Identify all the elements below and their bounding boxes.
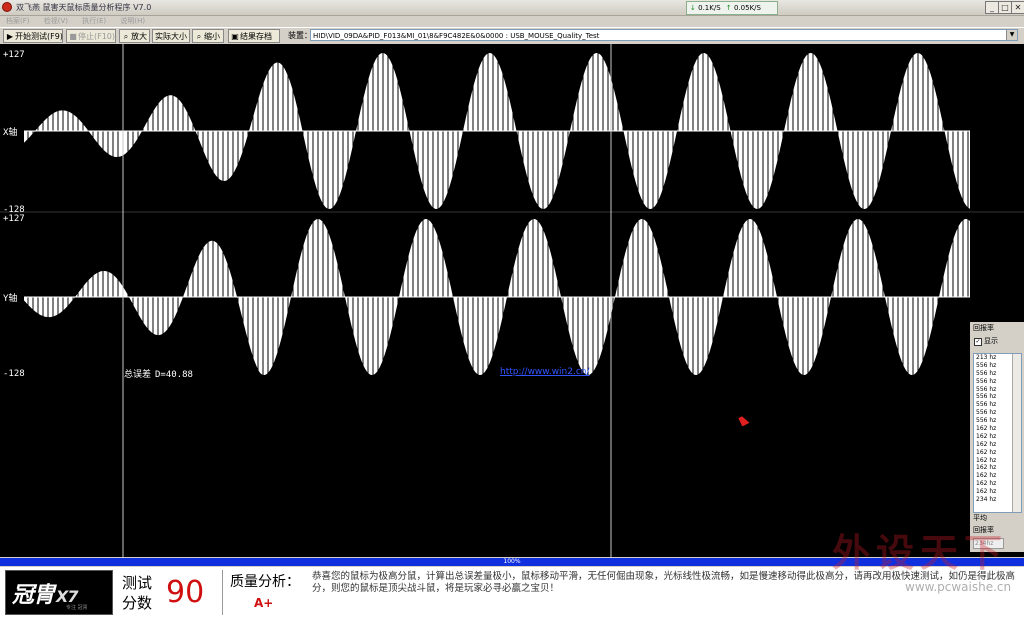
device-value: HID\VID_09DA&PID_F013&MI_01\8&F9C482E&0&…	[313, 32, 600, 40]
play-icon: ▶	[6, 32, 14, 41]
close-button[interactable]: ✕	[1011, 1, 1024, 14]
zoom-out-button[interactable]: ⌕ 缩小	[192, 29, 224, 43]
y-axis-min-label: -128	[3, 369, 25, 379]
total-error-value: D=40.88	[155, 370, 193, 380]
report-rate-panel: 回报率 ✓ 显示 213 hz 556 hz 556 hz 556 hz 556 hz 55…	[970, 322, 1024, 552]
report-rate-title: 回报率	[973, 324, 994, 332]
stop-icon: ■	[69, 32, 77, 41]
menu-help[interactable]: 说明(H)	[120, 15, 145, 27]
x-axis-label: X轴	[3, 128, 18, 138]
show-checkbox[interactable]: ✓ 显示	[974, 336, 998, 346]
report-rate-list[interactable]: 213 hz 556 hz 556 hz 556 hz 556 hz 556 hz 556 …	[973, 353, 1022, 513]
total-error-label: 总误差	[124, 370, 152, 380]
upload-arrow-icon: ↑	[725, 4, 732, 12]
watermark-url: www.pcwaishe.cn	[905, 580, 1012, 594]
waveform-plot	[0, 44, 1024, 557]
quality-analysis-label: 质量分析：	[230, 574, 300, 590]
quality-grade: A+	[254, 596, 274, 610]
watermark-logo: 外设天下	[832, 531, 1009, 575]
x-axis-max-label: +127	[3, 50, 25, 60]
save-result-button[interactable]: ▣结果存档	[228, 29, 280, 43]
score-value: 90	[166, 575, 205, 610]
menu-run[interactable]: 执行(E)	[82, 15, 106, 27]
actual-size-button[interactable]: 实际大小	[152, 29, 190, 43]
waveform-canvas: +127 X轴 -128 +127 Y轴 -128 总误差 D=40.88 htt…	[0, 44, 1024, 557]
download-arrow-icon: ↓	[690, 4, 696, 12]
menu-file[interactable]: 档案(F)	[6, 15, 30, 27]
upload-speed: 0.05K/S	[733, 4, 761, 12]
maximize-button[interactable]: □	[998, 1, 1012, 14]
menu-view[interactable]: 检视(V)	[44, 15, 68, 27]
scrollbar[interactable]	[1012, 354, 1021, 512]
y-axis-max-label: +127	[3, 214, 25, 224]
y-axis-label: Y轴	[3, 294, 18, 304]
floppy-disk-icon: ▣	[231, 32, 239, 41]
app-icon	[2, 2, 12, 12]
magnifier-icon: ⌕	[196, 32, 202, 41]
brand-logo: 冠冑 X7 专注 冠冑	[5, 570, 113, 615]
start-test-button[interactable]: ▶ 开始测试(F9)	[3, 29, 63, 43]
divider	[222, 570, 223, 615]
minimize-button[interactable]: _	[985, 1, 999, 14]
download-speed: 0.1K/S	[698, 4, 721, 12]
magnifier-icon: ⌕	[123, 32, 129, 41]
chevron-down-icon[interactable]: ▼	[1006, 30, 1017, 40]
checkmark-icon: ✓	[974, 338, 982, 346]
network-meter: ↓ 0.1K/S ↑ 0.05K/S	[686, 1, 778, 15]
logo-subtitle: 专注 冠冑	[66, 605, 88, 611]
device-label: 装置：	[288, 31, 312, 40]
score-label: 测试分数	[122, 574, 153, 612]
window-title: 双飞燕 鼠害天鼠标质量分析程序 V7.0	[16, 3, 152, 12]
zoom-in-button[interactable]: ⌕ 放大	[119, 29, 150, 43]
stop-button[interactable]: ■停止(F10)	[66, 29, 116, 43]
menu-bar: 档案(F) 检视(V) 执行(E) 说明(H)	[0, 15, 1024, 27]
total-error-readout: 总误差 D=40.88	[124, 367, 193, 380]
title-bar: 双飞燕 鼠害天鼠标质量分析程序 V7.0 ↓ 0.1K/S ↑ 0.05K/S …	[0, 0, 1024, 16]
website-link[interactable]: http://www.win2.cn/	[500, 367, 590, 377]
device-select[interactable]: HID\VID_09DA&PID_F013&MI_01\8&F9C482E&0&…	[310, 29, 1018, 41]
